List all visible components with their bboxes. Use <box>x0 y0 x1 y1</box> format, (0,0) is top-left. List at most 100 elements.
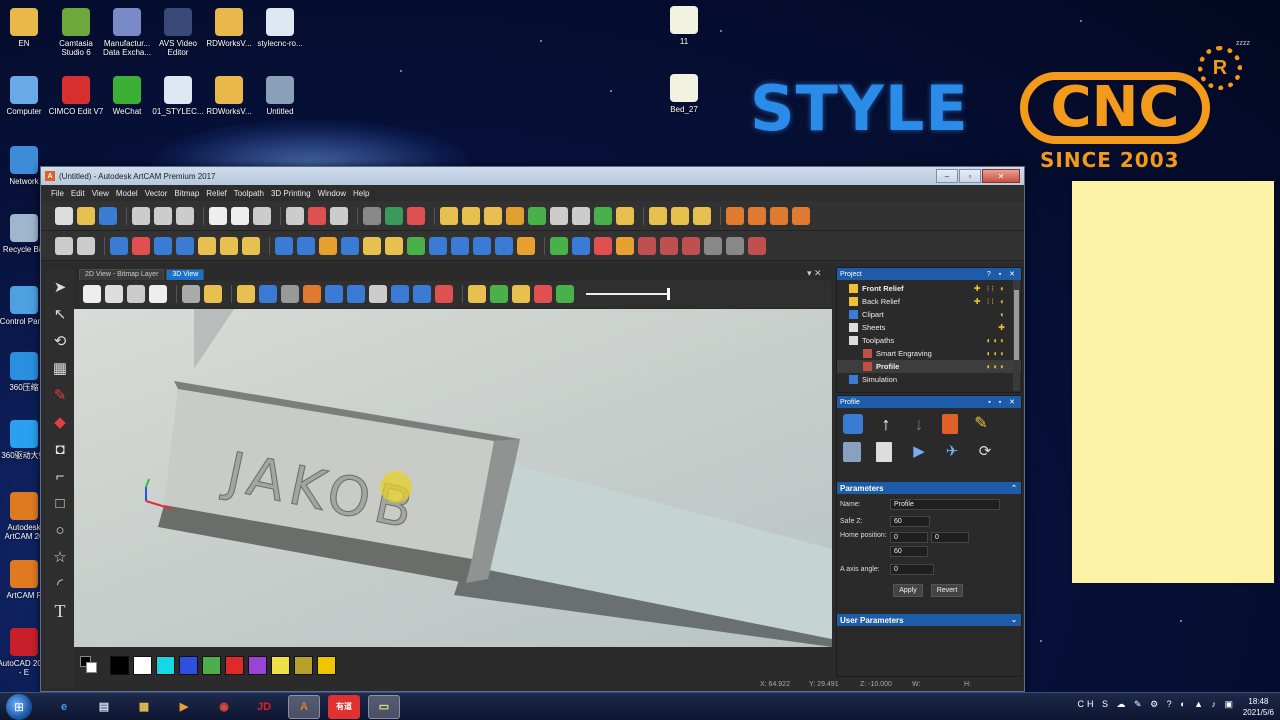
move-up-icon[interactable]: ↑ <box>876 414 896 434</box>
toolbar-tool-icon[interactable] <box>682 236 700 255</box>
node-edit-icon[interactable]: ↖ <box>49 303 71 325</box>
toolbar-tool-icon[interactable] <box>176 236 194 255</box>
toolbar-tool-icon[interactable] <box>638 236 656 255</box>
palette-toggle-icon[interactable] <box>80 656 98 674</box>
jd-icon[interactable]: JD <box>248 695 280 719</box>
rotate-icon[interactable]: ⟳ <box>975 442 995 462</box>
tree-item[interactable]: Sheets ✚ <box>837 321 1021 334</box>
name-field[interactable]: Profile <box>890 499 1000 510</box>
toolbar-tool-icon[interactable] <box>275 236 293 255</box>
toolbar-tool-icon[interactable] <box>220 236 238 255</box>
view-tool-icon[interactable] <box>369 285 387 303</box>
toolbar-tool-icon[interactable] <box>176 206 194 225</box>
notepad-icon[interactable]: ▤ <box>88 695 120 719</box>
desktop-icon[interactable]: Untitled <box>252 76 308 116</box>
tree-item-actions[interactable]: ✚ ⁝⁝ ◐ <box>974 284 1007 293</box>
toolbar-tool-icon[interactable] <box>429 236 447 255</box>
pencil-icon[interactable]: ✎ <box>49 384 71 406</box>
star-icon[interactable]: ☆ <box>49 546 71 568</box>
menu-item[interactable]: File <box>51 189 64 198</box>
toolbar-tool-icon[interactable] <box>462 206 480 225</box>
tree-item[interactable]: Simulation <box>837 373 1021 386</box>
eraser-icon[interactable]: ◆ <box>49 411 71 433</box>
toolbar-tool-icon[interactable] <box>770 206 788 225</box>
measure-icon[interactable]: ◘ <box>49 438 71 460</box>
menu-item[interactable]: Edit <box>71 189 85 198</box>
toolbar-tool-icon[interactable] <box>726 236 744 255</box>
calculator-icon[interactable] <box>843 442 861 462</box>
toolbar-tool-icon[interactable] <box>319 236 337 255</box>
circle-icon[interactable]: ○ <box>49 519 71 541</box>
sticky-notes-icon[interactable]: ▭ <box>368 694 400 719</box>
home-x-field[interactable]: 0 <box>890 532 928 543</box>
view-tool-icon[interactable] <box>281 285 299 303</box>
home-z-field[interactable]: 60 <box>890 546 928 557</box>
toolbar-tool-icon[interactable] <box>55 236 73 255</box>
media-icon[interactable]: ▶ <box>168 695 200 719</box>
color-swatch[interactable] <box>317 655 336 675</box>
toolbar-tool-icon[interactable] <box>616 236 634 255</box>
toolbar-tool-icon[interactable] <box>198 236 216 255</box>
color-swatch[interactable] <box>248 655 267 675</box>
desktop-icon[interactable]: RDWorksV... <box>201 76 257 116</box>
toolbar-tool-icon[interactable] <box>242 236 260 255</box>
toolbar-tool-icon[interactable] <box>385 236 403 255</box>
move-down-icon[interactable]: ↓ <box>909 414 929 434</box>
menu-item[interactable]: Relief <box>206 189 226 198</box>
toolbar-tool-icon[interactable] <box>132 206 150 225</box>
project-scrollbar[interactable] <box>1013 280 1020 391</box>
desktop-icon[interactable]: Bed_27 <box>656 74 712 114</box>
toolbar-tool-icon[interactable] <box>385 206 403 225</box>
close-button[interactable]: ✕ <box>982 169 1020 183</box>
apply-button[interactable]: Apply <box>893 584 923 597</box>
menu-item[interactable]: Window <box>318 189 346 198</box>
view-tool-icon[interactable] <box>413 285 431 303</box>
toolbar-tool-icon[interactable] <box>110 236 128 255</box>
toolbar-tool-icon[interactable] <box>231 206 249 225</box>
tree-item[interactable]: Smart Engraving ◐◐◐ <box>837 347 1021 360</box>
tree-item-actions[interactable]: ◐◐◐ <box>987 336 1008 345</box>
desktop-icon[interactable]: Manufactur... Data Excha... <box>99 8 155 57</box>
window-titlebar[interactable]: A (Untitled) - Autodesk ArtCAM Premium 2… <box>41 167 1024 185</box>
profile-panel-controls[interactable]: ▪ ▪ ✕ <box>988 398 1018 406</box>
desktop-icon[interactable]: EN <box>0 8 52 48</box>
view-tool-icon[interactable] <box>182 285 200 303</box>
toolbar-tool-icon[interactable] <box>363 236 381 255</box>
view-tool-icon[interactable] <box>435 285 453 303</box>
clock[interactable]: 18:48 2021/5/6 <box>1243 696 1274 718</box>
desktop-icon[interactable]: CIMCO Edit V7 <box>48 76 104 116</box>
axis-field[interactable]: 0 <box>890 564 934 575</box>
tree-item[interactable]: Toolpaths ◐◐◐ <box>837 334 1021 347</box>
toolbar-tool-icon[interactable] <box>132 236 150 255</box>
toolbar-tool-icon[interactable] <box>792 206 810 225</box>
toolbar-tool-icon[interactable] <box>693 206 711 225</box>
tree-item-actions[interactable]: ◐◐◐ <box>987 349 1008 358</box>
desktop-icon[interactable]: 01_STYLEC... <box>150 76 206 116</box>
youdao-icon[interactable]: 有道 <box>328 694 360 719</box>
view-tool-icon[interactable] <box>347 285 365 303</box>
home-y-field[interactable]: 0 <box>931 532 969 543</box>
toolbar-tool-icon[interactable] <box>253 206 271 225</box>
toolbar-tool-icon[interactable] <box>649 206 667 225</box>
color-swatch[interactable] <box>294 655 313 675</box>
toolbar-tool-icon[interactable] <box>550 206 568 225</box>
view-tool-icon[interactable] <box>237 285 255 303</box>
select-arrow-icon[interactable]: ➤ <box>49 276 71 298</box>
toolbar-tool-icon[interactable] <box>209 206 227 225</box>
minimize-button[interactable]: – <box>936 169 958 183</box>
view-tool-icon[interactable] <box>556 285 574 303</box>
view-tool-icon[interactable] <box>149 285 167 303</box>
toolbar-tool-icon[interactable] <box>495 236 513 255</box>
toolbar-tool-icon[interactable] <box>660 236 678 255</box>
desktop-icon[interactable]: Computer <box>0 76 52 116</box>
chrome-icon[interactable]: ◉ <box>208 695 240 719</box>
toolbar-tool-icon[interactable] <box>363 206 381 225</box>
tree-item[interactable]: Front Relief ✚ ⁝⁝ ◐ <box>837 282 1021 295</box>
toolbar-tool-icon[interactable] <box>528 206 546 225</box>
transform-icon[interactable]: ⟲ <box>49 330 71 352</box>
menu-item[interactable]: View <box>92 189 109 198</box>
toolbar-tool-icon[interactable] <box>550 236 568 255</box>
tree-item[interactable]: Profile ◐◐◐ <box>837 360 1021 373</box>
3d-viewport[interactable]: JAKOB <box>74 309 832 647</box>
toolbar-tool-icon[interactable] <box>55 206 73 225</box>
